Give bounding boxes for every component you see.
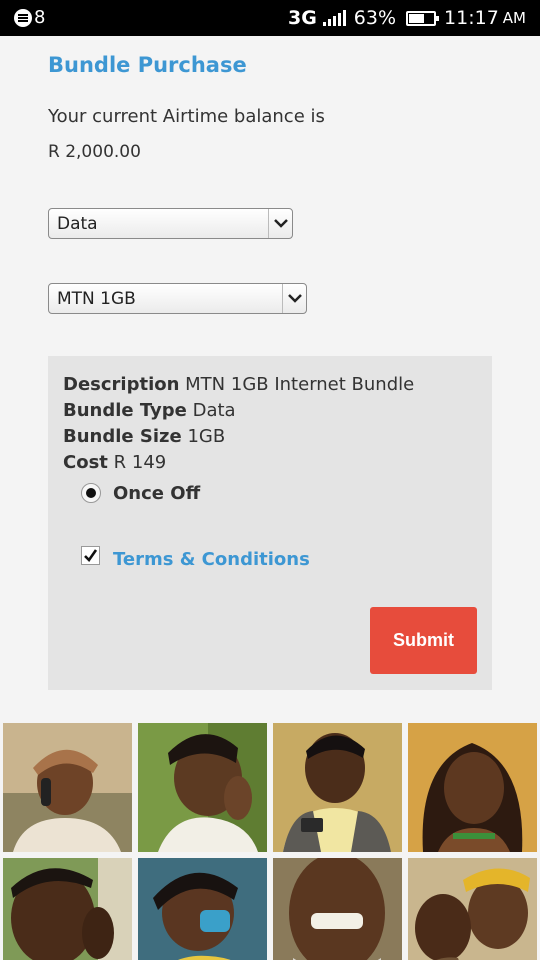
- signal-icon: [322, 10, 346, 26]
- bundle-details-panel: Description MTN 1GB Internet Bundle Bund…: [48, 356, 492, 690]
- photo-man-on-phone: [3, 858, 132, 960]
- description-value: MTN 1GB Internet Bundle: [185, 374, 415, 395]
- chevron-down-icon: [282, 284, 306, 313]
- cost-value: R 149: [113, 452, 167, 473]
- photo-man-with-phone: [273, 723, 402, 852]
- status-bar: 8 3G 63% 11:17 AM: [0, 0, 540, 36]
- cost-label: Cost: [63, 452, 108, 473]
- description-label: Description: [63, 374, 180, 395]
- photo-woman-braids-smiling: [408, 723, 537, 852]
- category-select[interactable]: Data: [48, 208, 293, 239]
- network-type: 3G: [287, 7, 317, 29]
- clock-time: 11:17: [444, 7, 499, 29]
- bundle-select[interactable]: MTN 1GB: [48, 283, 307, 314]
- terms-link[interactable]: Terms & Conditions: [113, 549, 310, 570]
- photo-girl-on-phone: [138, 858, 267, 960]
- notification-icon: [14, 9, 32, 27]
- photo-grid: [3, 723, 540, 960]
- submit-button[interactable]: Submit: [370, 607, 477, 674]
- photo-elderly-woman-on-phone: [3, 723, 132, 852]
- clock-ampm: AM: [502, 9, 526, 27]
- photo-elderly-man-smiling: [273, 858, 402, 960]
- check-icon: [84, 549, 98, 563]
- bundle-size-label: Bundle Size: [63, 426, 182, 447]
- balance-value: R 2,000.00: [48, 142, 141, 162]
- battery-percent: 63%: [353, 7, 397, 29]
- terms-checkbox[interactable]: [81, 546, 100, 565]
- bundle-type-label: Bundle Type: [63, 400, 187, 421]
- photo-elderly-couple: [408, 858, 537, 960]
- description-row: Description MTN 1GB Internet Bundle: [63, 374, 414, 395]
- bundle-size-row: Bundle Size 1GB: [63, 426, 225, 447]
- bundle-type-row: Bundle Type Data: [63, 400, 236, 421]
- category-select-value: Data: [57, 213, 98, 234]
- bundle-size-value: 1GB: [187, 426, 226, 447]
- balance-label: Your current Airtime balance is: [48, 106, 325, 127]
- cost-row: Cost R 149: [63, 452, 166, 473]
- photo-woman-smiling: [138, 723, 267, 852]
- once-off-label[interactable]: Once Off: [113, 483, 200, 504]
- bundle-type-value: Data: [192, 400, 236, 421]
- battery-icon: [406, 10, 440, 26]
- page-title: Bundle Purchase: [48, 53, 247, 77]
- notification-count: 8: [34, 7, 46, 28]
- once-off-radio[interactable]: [81, 483, 101, 503]
- chevron-down-icon: [268, 209, 292, 238]
- notification-indicator: 8: [14, 8, 45, 28]
- bundle-select-value: MTN 1GB: [57, 288, 136, 309]
